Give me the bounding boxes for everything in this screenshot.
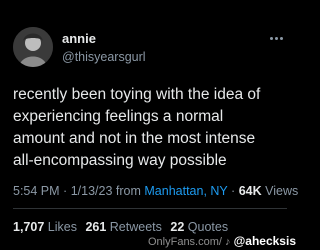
- views-count: 64K: [238, 184, 262, 198]
- divider: [13, 208, 287, 209]
- tweet-text-line: all-encompassing way possible: [13, 152, 227, 169]
- tweet-meta: 5:54 PM · 1/13/23 from Manhattan, NY · 6…: [13, 184, 298, 198]
- tweet-text-line: recently been toying with the idea of: [13, 86, 261, 103]
- quotes-label: Quotes: [187, 220, 229, 234]
- location-link[interactable]: Manhattan, NY: [144, 184, 227, 198]
- avatar[interactable]: [13, 27, 53, 67]
- watermark-site: OnlyFans.com/: [147, 236, 222, 248]
- more-horizontal-icon[interactable]: [266, 32, 286, 44]
- retweets-label: Retweets: [109, 220, 162, 234]
- engagement-stats: 1,707 Likes 261 Retweets 22 Quotes: [13, 220, 228, 234]
- from-label: from: [115, 184, 141, 198]
- tweet-text-line: experiencing feelings a normal: [13, 108, 224, 125]
- retweets-stat[interactable]: 261 Retweets: [85, 220, 161, 234]
- tiktok-icon: ♪: [225, 236, 231, 248]
- likes-stat[interactable]: 1,707 Likes: [13, 220, 77, 234]
- display-name[interactable]: annie: [62, 31, 96, 46]
- watermark: OnlyFans.com/ ♪ @ahecksis: [148, 234, 296, 248]
- tweet-text-line: amount and not in the most intense: [13, 130, 256, 147]
- tweet-time[interactable]: 5:54 PM: [13, 184, 60, 198]
- likes-count: 1,707: [13, 220, 45, 234]
- likes-label: Likes: [47, 220, 77, 234]
- watermark-user: @ahecksis: [233, 234, 296, 248]
- separator-dot: ·: [63, 184, 68, 198]
- quotes-stat[interactable]: 22 Quotes: [170, 220, 228, 234]
- user-handle[interactable]: @thisyearsgurl: [62, 50, 146, 64]
- tweet-text: recently been toying with the idea of ex…: [13, 84, 295, 172]
- retweets-count: 261: [85, 220, 107, 234]
- tweet-date[interactable]: 1/13/23: [71, 184, 113, 198]
- views-label: Views: [265, 184, 299, 198]
- separator-dot: ·: [231, 184, 236, 198]
- quotes-count: 22: [170, 220, 185, 234]
